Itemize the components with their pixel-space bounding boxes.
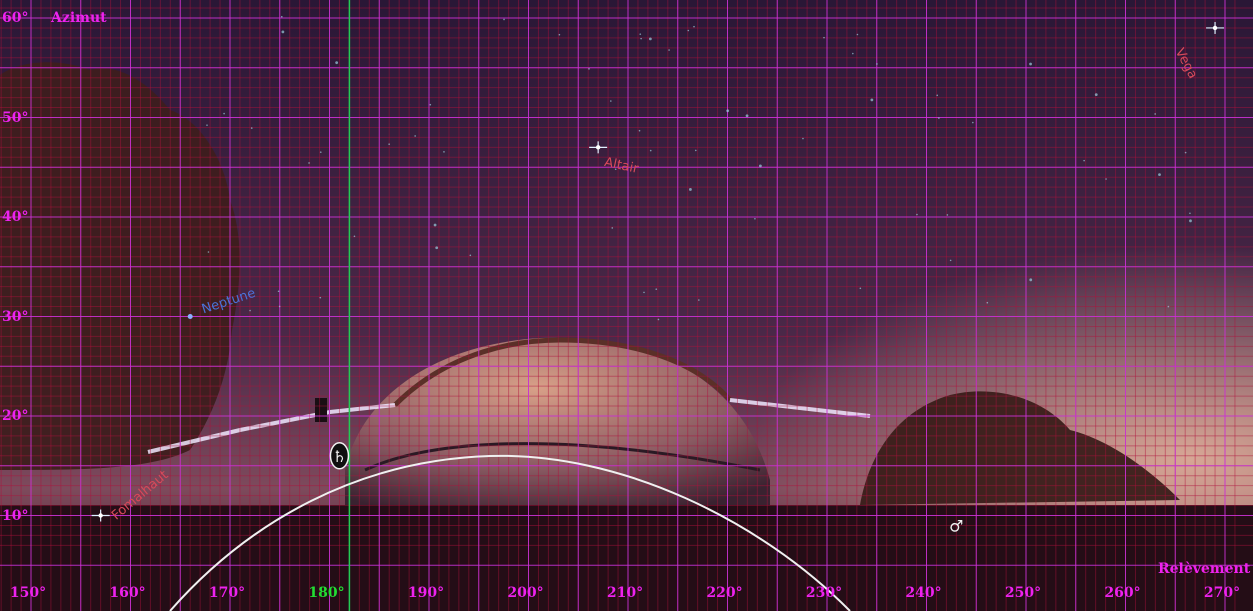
marker-symbol: ♄ xyxy=(332,447,346,466)
azimuth-tick-label: 190° xyxy=(407,585,445,601)
mars-marker-icon[interactable]: ♂ xyxy=(949,516,963,535)
altitude-tick-label: 20° xyxy=(2,408,29,424)
azimuth-tick-label: 270° xyxy=(1203,585,1241,601)
relevement-label: Relèvement xyxy=(1158,561,1251,577)
saturn-marker-icon[interactable]: ♄ xyxy=(329,442,350,470)
azimuth-tick-label: 220° xyxy=(706,585,743,601)
altitude-tick-label: 10° xyxy=(2,507,29,524)
altitude-tick-label: 40° xyxy=(2,209,29,225)
altitude-tick-label: 60° xyxy=(2,10,29,26)
altitude-tick-label: 50° xyxy=(2,109,29,126)
post xyxy=(315,398,327,422)
azimut-label: Azimut xyxy=(51,10,107,26)
altitude-tick-label: 30° xyxy=(2,308,29,325)
azimuth-tick-label: 160° xyxy=(109,585,146,601)
azimuth-tick-label: 170° xyxy=(208,585,246,601)
marker-symbol: ♂ xyxy=(949,516,963,535)
azimuth-tick-label: 200° xyxy=(507,585,544,601)
azimuth-tick-label: 210° xyxy=(606,585,644,601)
azimuth-tick-label: 240° xyxy=(905,585,942,601)
azimuth-tick-label: 150° xyxy=(9,585,47,601)
azimuth-tick-label: 250° xyxy=(1004,585,1042,601)
azimuth-tick-label: 230° xyxy=(805,585,843,601)
azimuth-tick-label: 180° xyxy=(308,585,345,601)
sky-view[interactable]: ♄ ♂ Azimut Relèvement 60° 50° 40° 30° 20° 10° … xyxy=(0,0,1253,611)
sky-canvas[interactable]: ♄♂ xyxy=(0,0,1253,611)
planet-icon[interactable] xyxy=(187,314,193,319)
azimuth-tick-label: 260° xyxy=(1104,585,1141,601)
